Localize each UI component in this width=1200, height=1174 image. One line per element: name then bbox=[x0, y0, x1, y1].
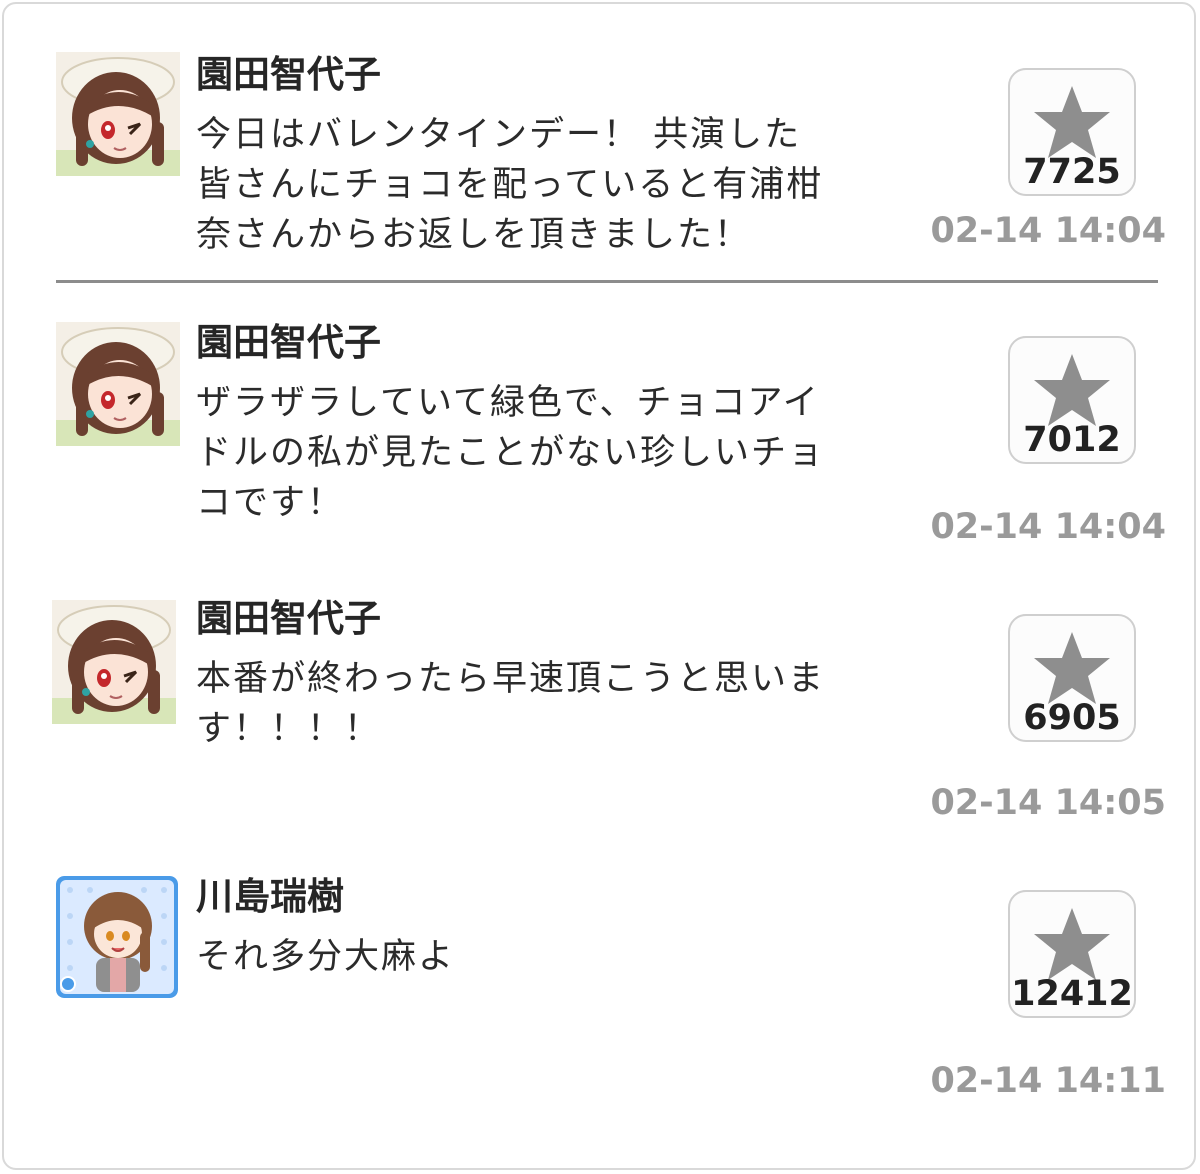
star-icon bbox=[1034, 632, 1110, 704]
post-timestamp: 02-14 14:11 bbox=[930, 1061, 1166, 1101]
post-timestamp: 02-14 14:04 bbox=[930, 211, 1166, 251]
post-text: それ多分大麻よ bbox=[196, 937, 456, 977]
like-button[interactable]: 6905 bbox=[1008, 614, 1136, 742]
star-icon bbox=[1034, 354, 1110, 426]
star-icon bbox=[1034, 908, 1110, 980]
author-name: 川島瑞樹 bbox=[196, 875, 344, 918]
chiyoko-avatar[interactable] bbox=[52, 600, 176, 724]
author-name: 園田智代子 bbox=[196, 53, 381, 96]
post-text: 本番が終わったら早速頂こうと思いま す！！！！ bbox=[196, 659, 826, 749]
like-button[interactable]: 7725 bbox=[1008, 68, 1136, 196]
like-count: 7725 bbox=[1023, 152, 1121, 192]
like-button[interactable]: 7012 bbox=[1008, 336, 1136, 464]
post-text: 今日はバレンタインデー！ 共演した 皆さんにチョコを配っていると有浦柑 奈さんか… bbox=[196, 115, 824, 255]
author-name: 園田智代子 bbox=[196, 321, 381, 364]
post-timestamp: 02-14 14:05 bbox=[930, 783, 1166, 823]
section-divider bbox=[56, 280, 1158, 283]
feed-panel: 園田智代子 今日はバレンタインデー！ 共演した 皆さんにチョコを配っていると有浦… bbox=[2, 2, 1196, 1170]
like-count: 12412 bbox=[1011, 974, 1133, 1014]
post-timestamp: 02-14 14:04 bbox=[930, 507, 1166, 547]
chiyoko-avatar[interactable] bbox=[56, 322, 180, 446]
like-count: 7012 bbox=[1023, 420, 1121, 460]
mizuki-avatar[interactable] bbox=[56, 876, 178, 998]
like-count: 6905 bbox=[1023, 698, 1121, 738]
star-icon bbox=[1034, 86, 1110, 158]
post-text: ザラザラしていて緑色で、チョコアイ ドルの私が見たことがない珍しいチョ コです！ bbox=[196, 383, 826, 523]
author-name: 園田智代子 bbox=[196, 597, 381, 640]
like-button[interactable]: 12412 bbox=[1008, 890, 1136, 1018]
chiyoko-avatar[interactable] bbox=[56, 52, 180, 176]
